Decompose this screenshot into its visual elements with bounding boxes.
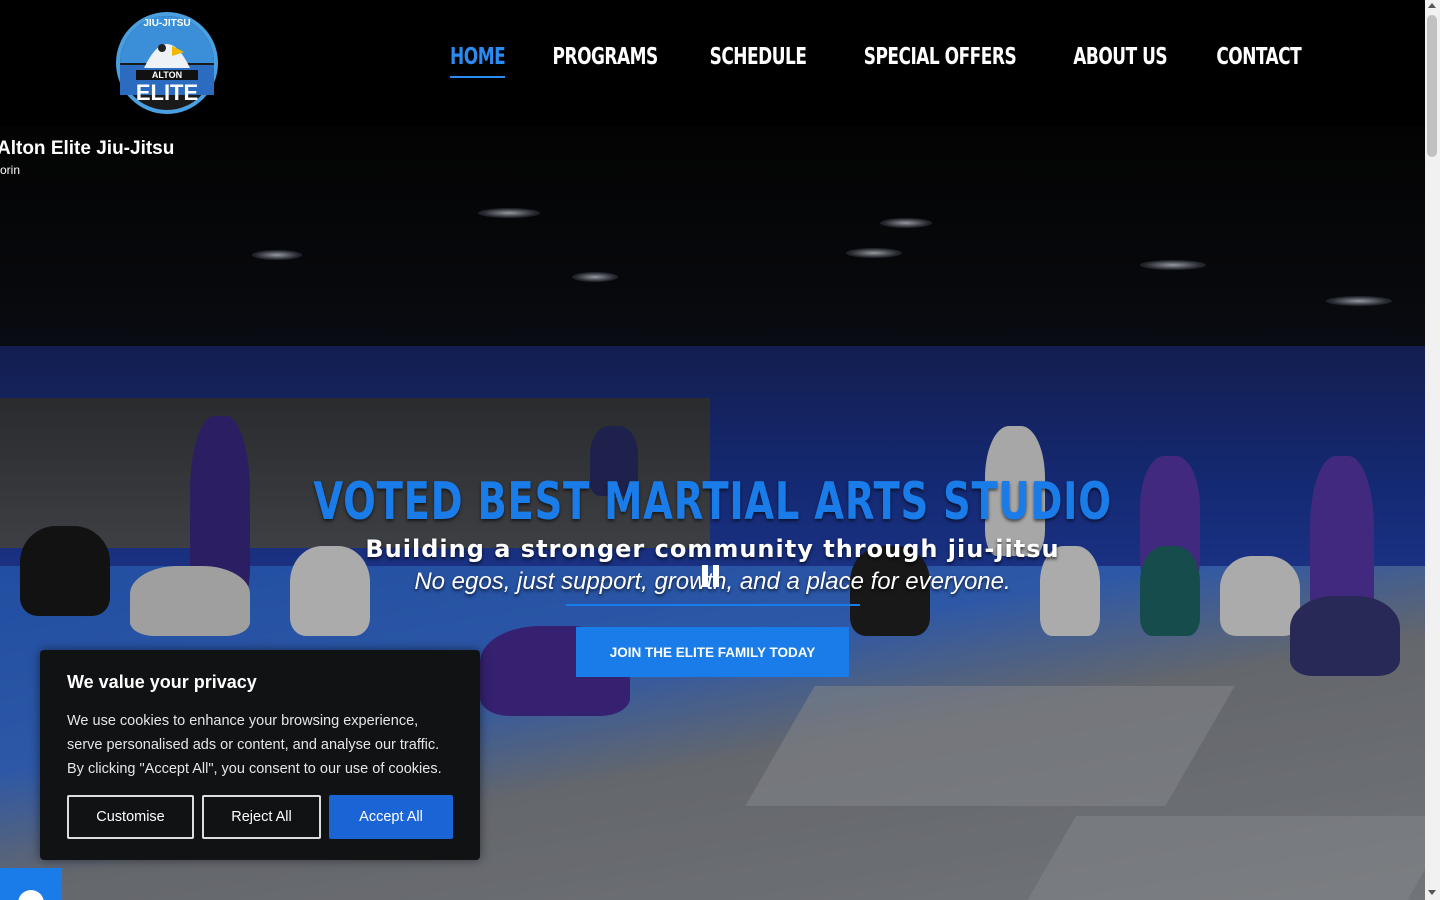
facebook-tab[interactable]: [0, 868, 62, 900]
svg-text:ALTON: ALTON: [152, 70, 182, 80]
site-header: ALTON ELITE JIU-JITSU HOME PROGRAMS SCHE…: [0, 0, 1425, 126]
accept-all-button[interactable]: Accept All: [329, 795, 453, 839]
hero-subheadline: Building a stronger community through ji…: [365, 535, 1060, 563]
cookie-buttons: Customise Reject All Accept All: [67, 795, 453, 839]
nav-schedule[interactable]: SCHEDULE: [710, 44, 807, 78]
alton-elite-logo[interactable]: ALTON ELITE JIU-JITSU: [114, 10, 220, 116]
reject-all-button[interactable]: Reject All: [202, 795, 321, 839]
svg-text:ELITE: ELITE: [136, 80, 198, 105]
scrollbar[interactable]: [1425, 0, 1440, 900]
cookie-title: We value your privacy: [67, 672, 257, 692]
scroll-thumb[interactable]: [1427, 15, 1437, 157]
facebook-icon: [18, 890, 44, 900]
nav-home[interactable]: HOME: [449, 44, 505, 78]
hero-headline: VOTED BEST MARTIAL ARTS STUDIO: [313, 472, 1112, 532]
join-elite-family-button[interactable]: JOIN THE ELITE FAMILY TODAY: [576, 627, 849, 677]
pause-icon[interactable]: [702, 565, 722, 587]
video-subtitle: orin: [0, 163, 21, 177]
nav-about-us[interactable]: ABOUT US: [1073, 44, 1167, 78]
svg-text:JIU-JITSU: JIU-JITSU: [143, 18, 190, 29]
cookie-text: We use cookies to enhance your browsing …: [67, 713, 442, 777]
video-title[interactable]: Alton Elite Jiu-Jitsu: [0, 138, 174, 160]
scroll-up-arrow-icon[interactable]: [1428, 3, 1436, 8]
nav-programs[interactable]: PROGRAMS: [552, 44, 658, 78]
scroll-down-arrow-icon[interactable]: [1428, 890, 1436, 895]
nav-contact[interactable]: CONTACT: [1217, 44, 1302, 78]
hero-divider: [566, 604, 860, 606]
customise-button[interactable]: Customise: [67, 795, 194, 839]
nav-special-offers[interactable]: SPECIAL OFFERS: [864, 44, 1017, 78]
main-nav: HOME PROGRAMS SCHEDULE SPECIAL OFFERS AB…: [444, 44, 1312, 78]
cookie-consent-banner: We value your privacy We use cookies to …: [40, 650, 480, 860]
